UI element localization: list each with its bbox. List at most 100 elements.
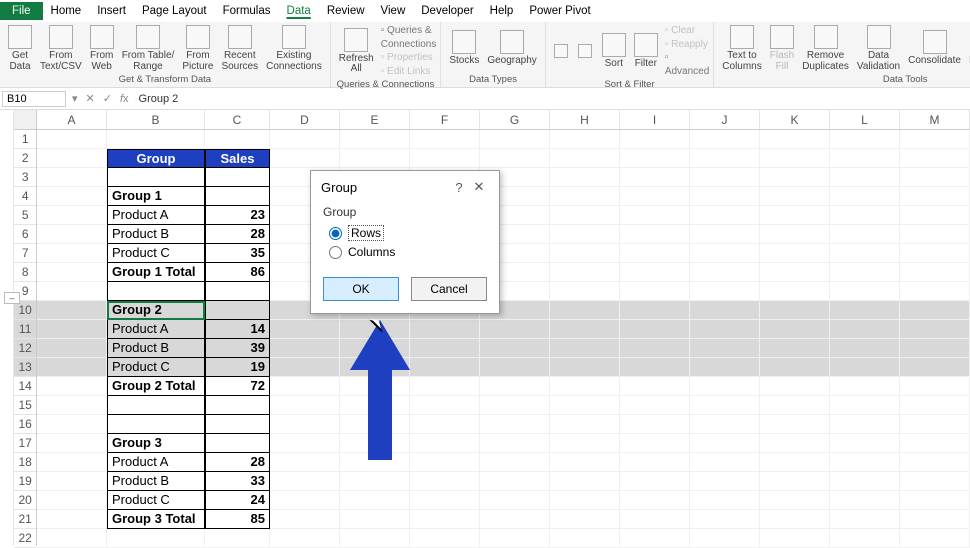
cell-B13[interactable]: Product C bbox=[107, 358, 205, 377]
cell-A5[interactable] bbox=[37, 206, 107, 225]
radio-columns-input[interactable] bbox=[329, 246, 342, 259]
row-header-3[interactable]: 3 bbox=[14, 168, 36, 187]
menu-page-layout[interactable]: Page Layout bbox=[134, 2, 215, 20]
cell-B4[interactable]: Group 1 bbox=[107, 187, 205, 206]
cell-J3[interactable] bbox=[690, 168, 760, 187]
cell-A15[interactable] bbox=[37, 396, 107, 415]
cell-M16[interactable] bbox=[900, 415, 970, 434]
cell-J5[interactable] bbox=[690, 206, 760, 225]
cell-A11[interactable] bbox=[37, 320, 107, 339]
cell-A7[interactable] bbox=[37, 244, 107, 263]
cell-A12[interactable] bbox=[37, 339, 107, 358]
col-header-F[interactable]: F bbox=[410, 110, 480, 129]
cell-H18[interactable] bbox=[550, 453, 620, 472]
col-header-D[interactable]: D bbox=[270, 110, 340, 129]
cell-B15[interactable] bbox=[107, 396, 205, 415]
cell-E19[interactable] bbox=[340, 472, 410, 491]
cell-G22[interactable] bbox=[480, 529, 550, 548]
cell-K19[interactable] bbox=[760, 472, 830, 491]
cell-B8[interactable]: Group 1 Total bbox=[107, 263, 205, 282]
cell-H1[interactable] bbox=[550, 130, 620, 149]
cell-J9[interactable] bbox=[690, 282, 760, 301]
cell-E1[interactable] bbox=[340, 130, 410, 149]
ribbon-recent-sources-button[interactable]: Recent Sources bbox=[217, 24, 262, 73]
cell-C6[interactable]: 28 bbox=[205, 225, 270, 244]
cell-C18[interactable]: 28 bbox=[205, 453, 270, 472]
cell-A3[interactable] bbox=[37, 168, 107, 187]
cell-I14[interactable] bbox=[620, 377, 690, 396]
cell-L19[interactable] bbox=[830, 472, 900, 491]
cell-H13[interactable] bbox=[550, 358, 620, 377]
cell-J12[interactable] bbox=[690, 339, 760, 358]
cell-C20[interactable]: 24 bbox=[205, 491, 270, 510]
cell-I7[interactable] bbox=[620, 244, 690, 263]
row-header-4[interactable]: 4 bbox=[14, 187, 36, 206]
cell-D1[interactable] bbox=[270, 130, 340, 149]
row-header-6[interactable]: 6 bbox=[14, 225, 36, 244]
row-header-12[interactable]: 12 bbox=[14, 339, 36, 358]
cell-I4[interactable] bbox=[620, 187, 690, 206]
cell-C10[interactable] bbox=[205, 301, 270, 320]
cell-G18[interactable] bbox=[480, 453, 550, 472]
cell-H11[interactable] bbox=[550, 320, 620, 339]
cell-M15[interactable] bbox=[900, 396, 970, 415]
cell-L2[interactable] bbox=[830, 149, 900, 168]
cell-I15[interactable] bbox=[620, 396, 690, 415]
ribbon-relationships-button[interactable]: Relationships bbox=[965, 29, 970, 68]
cell-B17[interactable]: Group 3 bbox=[107, 434, 205, 453]
cell-I10[interactable] bbox=[620, 301, 690, 320]
cell-C15[interactable] bbox=[205, 396, 270, 415]
row-header-1[interactable]: 1 bbox=[14, 130, 36, 149]
cell-B21[interactable]: Group 3 Total bbox=[107, 510, 205, 529]
cell-G16[interactable] bbox=[480, 415, 550, 434]
cell-A4[interactable] bbox=[37, 187, 107, 206]
cell-B3[interactable] bbox=[107, 168, 205, 187]
cell-J18[interactable] bbox=[690, 453, 760, 472]
cell-B20[interactable]: Product C bbox=[107, 491, 205, 510]
cell-A17[interactable] bbox=[37, 434, 107, 453]
ribbon-consolidate-button[interactable]: Consolidate bbox=[904, 29, 965, 68]
row-header-15[interactable]: 15 bbox=[14, 396, 36, 415]
cell-J6[interactable] bbox=[690, 225, 760, 244]
cell-I3[interactable] bbox=[620, 168, 690, 187]
cell-M10[interactable] bbox=[900, 301, 970, 320]
cell-D21[interactable] bbox=[270, 510, 340, 529]
cell-J15[interactable] bbox=[690, 396, 760, 415]
cell-C2[interactable]: Sales bbox=[205, 149, 270, 168]
cell-L1[interactable] bbox=[830, 130, 900, 149]
cell-C13[interactable]: 19 bbox=[205, 358, 270, 377]
cell-F16[interactable] bbox=[410, 415, 480, 434]
cell-H21[interactable] bbox=[550, 510, 620, 529]
radio-rows-input[interactable] bbox=[329, 227, 342, 240]
col-header-C[interactable]: C bbox=[205, 110, 270, 129]
row-header-21[interactable]: 21 bbox=[14, 510, 36, 529]
cell-A21[interactable] bbox=[37, 510, 107, 529]
cell-M8[interactable] bbox=[900, 263, 970, 282]
cell-J1[interactable] bbox=[690, 130, 760, 149]
cell-J7[interactable] bbox=[690, 244, 760, 263]
cell-F19[interactable] bbox=[410, 472, 480, 491]
cancel-button[interactable]: Cancel bbox=[411, 277, 487, 301]
cell-M9[interactable] bbox=[900, 282, 970, 301]
cell-K17[interactable] bbox=[760, 434, 830, 453]
cell-L3[interactable] bbox=[830, 168, 900, 187]
cell-D17[interactable] bbox=[270, 434, 340, 453]
sort-za-button[interactable] bbox=[574, 43, 598, 59]
row-header-16[interactable]: 16 bbox=[14, 415, 36, 434]
cell-C5[interactable]: 23 bbox=[205, 206, 270, 225]
ribbon-flash-fill-button[interactable]: Flash Fill bbox=[766, 24, 798, 73]
menu-home[interactable]: Home bbox=[43, 2, 90, 20]
cell-L11[interactable] bbox=[830, 320, 900, 339]
cell-F13[interactable] bbox=[410, 358, 480, 377]
cell-M1[interactable] bbox=[900, 130, 970, 149]
cell-M21[interactable] bbox=[900, 510, 970, 529]
row-header-18[interactable]: 18 bbox=[14, 453, 36, 472]
cell-B11[interactable]: Product A bbox=[107, 320, 205, 339]
select-all-corner[interactable] bbox=[14, 110, 36, 130]
cell-B19[interactable]: Product B bbox=[107, 472, 205, 491]
cell-E22[interactable] bbox=[340, 529, 410, 548]
cell-C12[interactable]: 39 bbox=[205, 339, 270, 358]
cell-M13[interactable] bbox=[900, 358, 970, 377]
col-header-J[interactable]: J bbox=[690, 110, 760, 129]
cell-H6[interactable] bbox=[550, 225, 620, 244]
